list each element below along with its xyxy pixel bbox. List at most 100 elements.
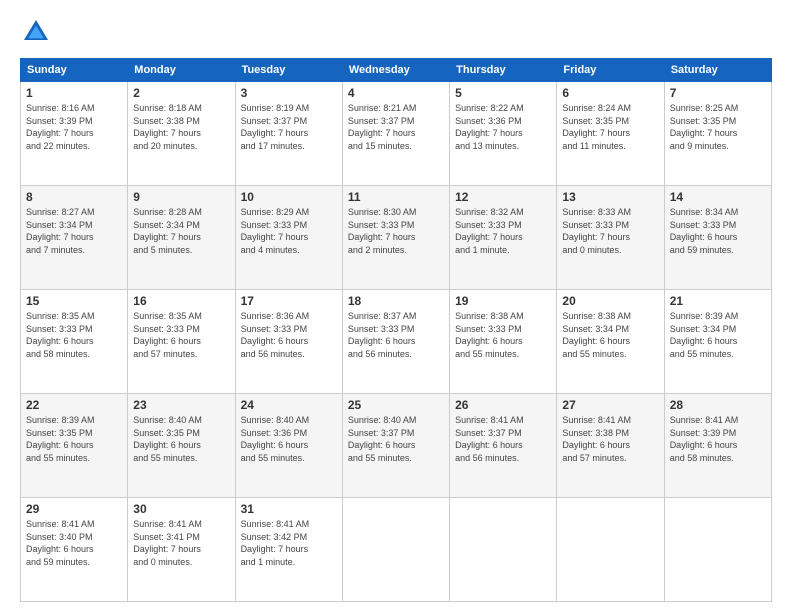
calendar-cell: 3 Sunrise: 8:19 AM Sunset: 3:37 PM Daylig… (235, 82, 342, 186)
day-number: 14 (670, 190, 766, 204)
day-number: 21 (670, 294, 766, 308)
day-number: 22 (26, 398, 122, 412)
calendar-cell (450, 498, 557, 602)
day-info: Sunrise: 8:25 AM Sunset: 3:35 PM Dayligh… (670, 102, 766, 152)
calendar-cell: 17 Sunrise: 8:36 AM Sunset: 3:33 PM Dayli… (235, 290, 342, 394)
calendar-cell: 10 Sunrise: 8:29 AM Sunset: 3:33 PM Dayli… (235, 186, 342, 290)
day-number: 23 (133, 398, 229, 412)
day-number: 10 (241, 190, 337, 204)
calendar-cell: 30 Sunrise: 8:41 AM Sunset: 3:41 PM Dayli… (128, 498, 235, 602)
day-number: 31 (241, 502, 337, 516)
day-info: Sunrise: 8:27 AM Sunset: 3:34 PM Dayligh… (26, 206, 122, 256)
day-info: Sunrise: 8:33 AM Sunset: 3:33 PM Dayligh… (562, 206, 658, 256)
calendar-cell: 29 Sunrise: 8:41 AM Sunset: 3:40 PM Dayli… (21, 498, 128, 602)
logo (20, 16, 56, 48)
day-info: Sunrise: 8:38 AM Sunset: 3:34 PM Dayligh… (562, 310, 658, 360)
calendar-cell (664, 498, 771, 602)
day-number: 24 (241, 398, 337, 412)
day-info: Sunrise: 8:38 AM Sunset: 3:33 PM Dayligh… (455, 310, 551, 360)
calendar-header-thursday: Thursday (450, 59, 557, 82)
calendar-cell: 7 Sunrise: 8:25 AM Sunset: 3:35 PM Daylig… (664, 82, 771, 186)
calendar-week-row: 8 Sunrise: 8:27 AM Sunset: 3:34 PM Daylig… (21, 186, 772, 290)
day-info: Sunrise: 8:28 AM Sunset: 3:34 PM Dayligh… (133, 206, 229, 256)
day-number: 7 (670, 86, 766, 100)
calendar-cell: 22 Sunrise: 8:39 AM Sunset: 3:35 PM Dayli… (21, 394, 128, 498)
day-number: 1 (26, 86, 122, 100)
day-number: 8 (26, 190, 122, 204)
day-info: Sunrise: 8:18 AM Sunset: 3:38 PM Dayligh… (133, 102, 229, 152)
day-info: Sunrise: 8:41 AM Sunset: 3:42 PM Dayligh… (241, 518, 337, 568)
calendar-cell: 16 Sunrise: 8:35 AM Sunset: 3:33 PM Dayli… (128, 290, 235, 394)
day-number: 6 (562, 86, 658, 100)
day-number: 29 (26, 502, 122, 516)
calendar-week-row: 29 Sunrise: 8:41 AM Sunset: 3:40 PM Dayli… (21, 498, 772, 602)
calendar-header-friday: Friday (557, 59, 664, 82)
day-number: 13 (562, 190, 658, 204)
day-info: Sunrise: 8:24 AM Sunset: 3:35 PM Dayligh… (562, 102, 658, 152)
calendar-cell: 12 Sunrise: 8:32 AM Sunset: 3:33 PM Dayli… (450, 186, 557, 290)
day-number: 19 (455, 294, 551, 308)
calendar-cell: 24 Sunrise: 8:40 AM Sunset: 3:36 PM Dayli… (235, 394, 342, 498)
calendar-cell (342, 498, 449, 602)
calendar-cell: 6 Sunrise: 8:24 AM Sunset: 3:35 PM Daylig… (557, 82, 664, 186)
day-info: Sunrise: 8:22 AM Sunset: 3:36 PM Dayligh… (455, 102, 551, 152)
calendar-header-monday: Monday (128, 59, 235, 82)
day-number: 9 (133, 190, 229, 204)
page: SundayMondayTuesdayWednesdayThursdayFrid… (0, 0, 792, 612)
day-number: 17 (241, 294, 337, 308)
day-number: 2 (133, 86, 229, 100)
calendar-cell: 1 Sunrise: 8:16 AM Sunset: 3:39 PM Daylig… (21, 82, 128, 186)
calendar-header-row: SundayMondayTuesdayWednesdayThursdayFrid… (21, 59, 772, 82)
day-info: Sunrise: 8:40 AM Sunset: 3:35 PM Dayligh… (133, 414, 229, 464)
day-number: 5 (455, 86, 551, 100)
day-number: 15 (26, 294, 122, 308)
day-info: Sunrise: 8:30 AM Sunset: 3:33 PM Dayligh… (348, 206, 444, 256)
calendar-cell: 14Sunrise: 8:34 AM Sunset: 3:33 PM Dayli… (664, 186, 771, 290)
calendar-cell: 2 Sunrise: 8:18 AM Sunset: 3:38 PM Daylig… (128, 82, 235, 186)
day-info: Sunrise: 8:35 AM Sunset: 3:33 PM Dayligh… (133, 310, 229, 360)
day-number: 20 (562, 294, 658, 308)
day-info: Sunrise: 8:41 AM Sunset: 3:40 PM Dayligh… (26, 518, 122, 568)
calendar-cell (557, 498, 664, 602)
calendar-header-tuesday: Tuesday (235, 59, 342, 82)
calendar-week-row: 1 Sunrise: 8:16 AM Sunset: 3:39 PM Daylig… (21, 82, 772, 186)
calendar-week-row: 22 Sunrise: 8:39 AM Sunset: 3:35 PM Dayli… (21, 394, 772, 498)
day-number: 16 (133, 294, 229, 308)
day-info: Sunrise: 8:40 AM Sunset: 3:36 PM Dayligh… (241, 414, 337, 464)
day-number: 4 (348, 86, 444, 100)
day-info: Sunrise: 8:37 AM Sunset: 3:33 PM Dayligh… (348, 310, 444, 360)
day-number: 28 (670, 398, 766, 412)
calendar-cell: 21 Sunrise: 8:39 AM Sunset: 3:34 PM Dayli… (664, 290, 771, 394)
day-info: Sunrise: 8:35 AM Sunset: 3:33 PM Dayligh… (26, 310, 122, 360)
day-info: Sunrise: 8:16 AM Sunset: 3:39 PM Dayligh… (26, 102, 122, 152)
calendar-cell: 25Sunrise: 8:40 AM Sunset: 3:37 PM Dayli… (342, 394, 449, 498)
header (20, 16, 772, 48)
day-number: 30 (133, 502, 229, 516)
day-info: Sunrise: 8:39 AM Sunset: 3:34 PM Dayligh… (670, 310, 766, 360)
day-number: 25 (348, 398, 444, 412)
day-info: Sunrise: 8:21 AM Sunset: 3:37 PM Dayligh… (348, 102, 444, 152)
day-info: Sunrise: 8:41 AM Sunset: 3:41 PM Dayligh… (133, 518, 229, 568)
day-info: Sunrise: 8:41 AM Sunset: 3:37 PM Dayligh… (455, 414, 551, 464)
calendar-cell: 18Sunrise: 8:37 AM Sunset: 3:33 PM Dayli… (342, 290, 449, 394)
day-number: 12 (455, 190, 551, 204)
calendar-header-wednesday: Wednesday (342, 59, 449, 82)
day-info: Sunrise: 8:29 AM Sunset: 3:33 PM Dayligh… (241, 206, 337, 256)
logo-icon (20, 16, 52, 48)
calendar-week-row: 15 Sunrise: 8:35 AM Sunset: 3:33 PM Dayli… (21, 290, 772, 394)
calendar-cell: 15 Sunrise: 8:35 AM Sunset: 3:33 PM Dayli… (21, 290, 128, 394)
day-number: 3 (241, 86, 337, 100)
calendar-cell: 5 Sunrise: 8:22 AM Sunset: 3:36 PM Daylig… (450, 82, 557, 186)
day-number: 27 (562, 398, 658, 412)
day-number: 26 (455, 398, 551, 412)
day-info: Sunrise: 8:19 AM Sunset: 3:37 PM Dayligh… (241, 102, 337, 152)
day-info: Sunrise: 8:41 AM Sunset: 3:38 PM Dayligh… (562, 414, 658, 464)
calendar-cell: 19 Sunrise: 8:38 AM Sunset: 3:33 PM Dayli… (450, 290, 557, 394)
day-info: Sunrise: 8:32 AM Sunset: 3:33 PM Dayligh… (455, 206, 551, 256)
calendar-table: SundayMondayTuesdayWednesdayThursdayFrid… (20, 58, 772, 602)
calendar-header-sunday: Sunday (21, 59, 128, 82)
calendar-header-saturday: Saturday (664, 59, 771, 82)
day-info: Sunrise: 8:39 AM Sunset: 3:35 PM Dayligh… (26, 414, 122, 464)
day-info: Sunrise: 8:36 AM Sunset: 3:33 PM Dayligh… (241, 310, 337, 360)
calendar-cell: 27 Sunrise: 8:41 AM Sunset: 3:38 PM Dayli… (557, 394, 664, 498)
